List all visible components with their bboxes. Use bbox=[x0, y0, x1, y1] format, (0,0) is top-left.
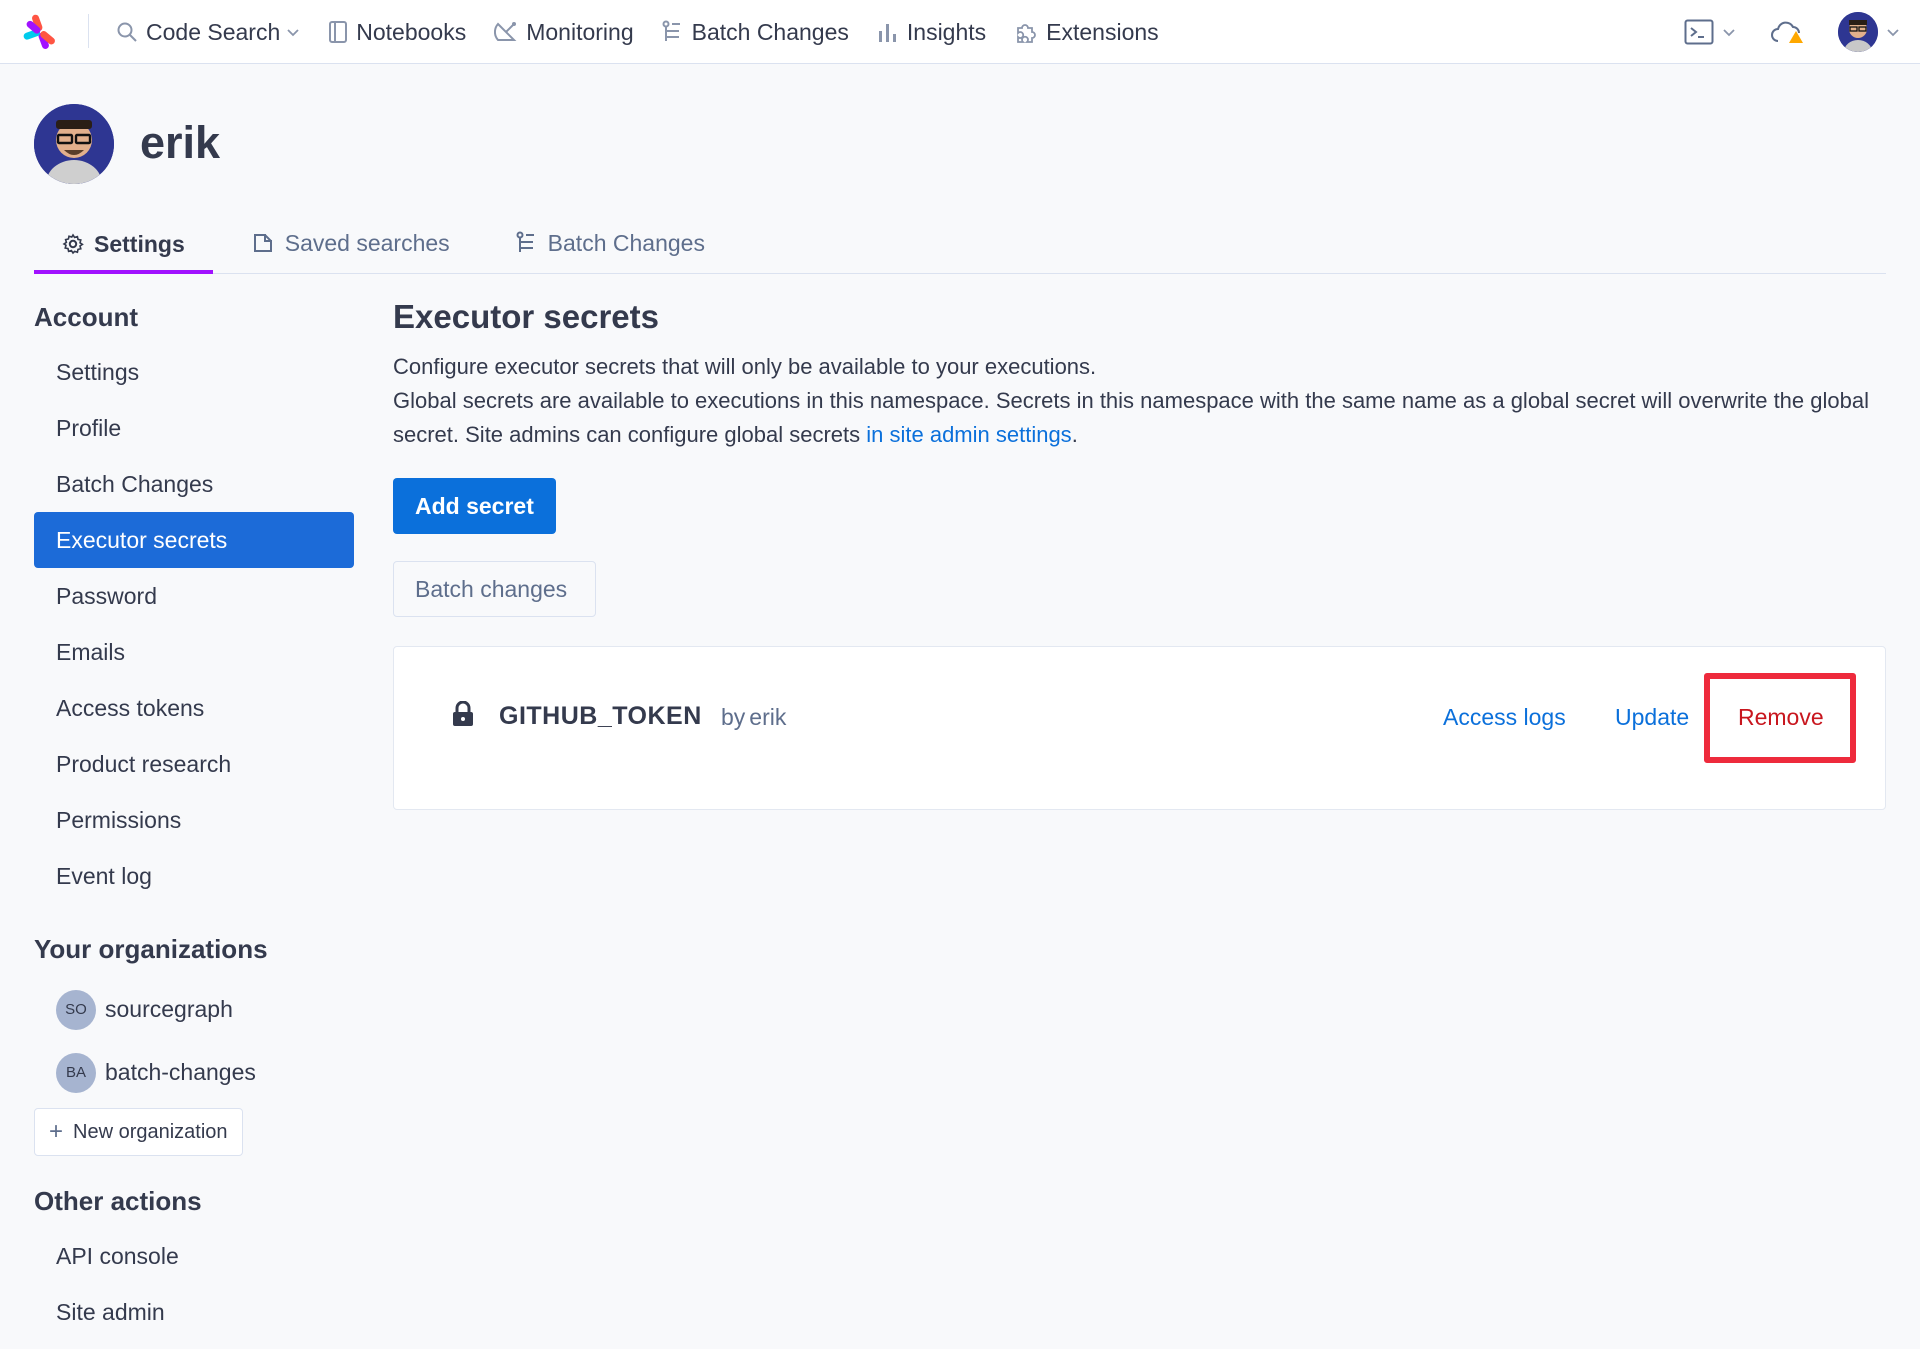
new-organization-label: New organization bbox=[73, 1120, 228, 1143]
sidebar-item-api-console[interactable]: API console bbox=[34, 1228, 354, 1284]
sidebar-item-access-tokens[interactable]: Access tokens bbox=[34, 680, 354, 736]
chevron-down-icon bbox=[1723, 29, 1735, 37]
tab-saved-searches[interactable]: Saved searches bbox=[223, 214, 478, 272]
secret-owner-name: erik bbox=[749, 704, 787, 730]
bar-chart-icon bbox=[878, 24, 896, 42]
sidebar-heading-organizations: Your organizations bbox=[34, 934, 268, 964]
avatar bbox=[1838, 12, 1878, 52]
nav-batch-changes[interactable]: Batch Changes bbox=[662, 0, 849, 64]
cloud-warning-icon bbox=[1771, 21, 1803, 43]
nav-notebooks[interactable]: Notebooks bbox=[328, 0, 466, 64]
sidebar-item-settings[interactable]: Settings bbox=[34, 344, 354, 400]
notebook-icon bbox=[329, 21, 348, 43]
tab-batch-changes-label: Batch Changes bbox=[547, 229, 705, 256]
sidebar-heading-other-actions: Other actions bbox=[34, 1186, 202, 1216]
nav-monitoring-label: Monitoring bbox=[526, 18, 634, 45]
scope-batch-changes-button[interactable]: Batch changes bbox=[393, 561, 596, 617]
nav-code-search-label: Code Search bbox=[146, 18, 281, 45]
nav-insights-label: Insights bbox=[906, 18, 987, 45]
puzzle-icon bbox=[1017, 24, 1036, 43]
nav-insights[interactable]: Insights bbox=[877, 0, 986, 64]
tab-batch-changes[interactable]: Batch Changes bbox=[488, 214, 733, 272]
main-content: Executor secrets Configure executor secr… bbox=[393, 298, 1886, 810]
description-line-1: Configure executor secrets that will onl… bbox=[393, 354, 1097, 379]
sidebar-item-site-admin[interactable]: Site admin bbox=[34, 1284, 354, 1340]
chevron-down-icon bbox=[1887, 29, 1899, 37]
plus-icon: + bbox=[49, 1118, 64, 1145]
org-avatar: BA bbox=[56, 1052, 96, 1093]
sidebar-item-product-research[interactable]: Product research bbox=[34, 736, 354, 792]
search-icon bbox=[117, 22, 137, 42]
secret-name: GITHUB_TOKEN bbox=[499, 702, 702, 730]
tab-settings-label: Settings bbox=[94, 230, 185, 257]
description: Configure executor secrets that will onl… bbox=[393, 350, 1886, 452]
sidebar-org-sourcegraph[interactable]: SO sourcegraph bbox=[34, 978, 354, 1041]
new-organization-button[interactable]: + New organization bbox=[34, 1108, 243, 1156]
site-admin-settings-link[interactable]: in site admin settings bbox=[866, 422, 1071, 447]
org-label: sourcegraph bbox=[105, 996, 233, 1022]
description-line-2: Global secrets are available to executio… bbox=[393, 388, 1869, 447]
access-logs-button[interactable]: Access logs bbox=[1443, 704, 1566, 731]
satellite-icon bbox=[494, 22, 517, 41]
command-palette-button[interactable] bbox=[1684, 19, 1736, 45]
page-title: erik bbox=[140, 117, 221, 168]
description-end: . bbox=[1071, 422, 1078, 447]
nav-extensions-label: Extensions bbox=[1046, 18, 1159, 45]
sidebar-item-batch-changes[interactable]: Batch Changes bbox=[34, 456, 354, 512]
nav-divider bbox=[88, 14, 89, 48]
terminal-icon bbox=[1684, 19, 1714, 45]
profile-avatar bbox=[34, 104, 114, 184]
sidebar-item-password[interactable]: Password bbox=[34, 568, 354, 624]
update-button[interactable]: Update bbox=[1615, 704, 1689, 731]
user-menu-button[interactable] bbox=[1838, 12, 1900, 52]
nav-batch-changes-label: Batch Changes bbox=[691, 18, 849, 45]
settings-sidebar: Account Settings Profile Batch Changes E… bbox=[34, 294, 354, 1340]
add-secret-button[interactable]: Add secret bbox=[393, 478, 556, 534]
sidebar-item-permissions[interactable]: Permissions bbox=[34, 792, 354, 848]
sidebar-heading-account: Account bbox=[34, 302, 138, 332]
sidebar-item-event-log[interactable]: Event log bbox=[34, 848, 354, 904]
secret-list-item: GITHUB_TOKEN by erik Access logs Update R… bbox=[393, 646, 1886, 810]
saved-search-icon bbox=[253, 234, 272, 252]
org-avatar: SO bbox=[56, 989, 96, 1030]
secret-by-label: by bbox=[721, 704, 746, 730]
nav-extensions[interactable]: Extensions bbox=[1014, 0, 1159, 64]
gear-icon bbox=[62, 233, 84, 255]
org-label: batch-changes bbox=[105, 1059, 256, 1085]
sidebar-item-executor-secrets[interactable]: Executor secrets bbox=[34, 512, 354, 568]
sidebar-item-emails[interactable]: Emails bbox=[34, 624, 354, 680]
remove-button[interactable]: Remove bbox=[1738, 704, 1824, 731]
profile-tabs: Settings Saved searches Batch Changes bbox=[34, 214, 1886, 274]
batch-changes-icon bbox=[662, 20, 680, 41]
top-navigation-bar: Code Search Notebooks Monitoring Batch C… bbox=[0, 0, 1920, 64]
status-messages-button[interactable] bbox=[1770, 19, 1804, 45]
batch-changes-icon bbox=[516, 231, 534, 252]
lock-icon bbox=[453, 701, 473, 726]
sidebar-item-profile[interactable]: Profile bbox=[34, 400, 354, 456]
sidebar-org-batch-changes[interactable]: BA batch-changes bbox=[34, 1041, 354, 1104]
nav-notebooks-label: Notebooks bbox=[356, 18, 467, 45]
nav-monitoring[interactable]: Monitoring bbox=[494, 0, 634, 64]
nav-code-search[interactable]: Code Search bbox=[116, 0, 300, 64]
secret-owner: by erik bbox=[721, 704, 786, 731]
chevron-down-icon bbox=[287, 29, 299, 37]
tab-saved-searches-label: Saved searches bbox=[284, 229, 450, 256]
sourcegraph-logo-icon[interactable] bbox=[20, 12, 60, 52]
tab-settings[interactable]: Settings bbox=[34, 214, 213, 274]
section-title: Executor secrets bbox=[393, 298, 659, 335]
